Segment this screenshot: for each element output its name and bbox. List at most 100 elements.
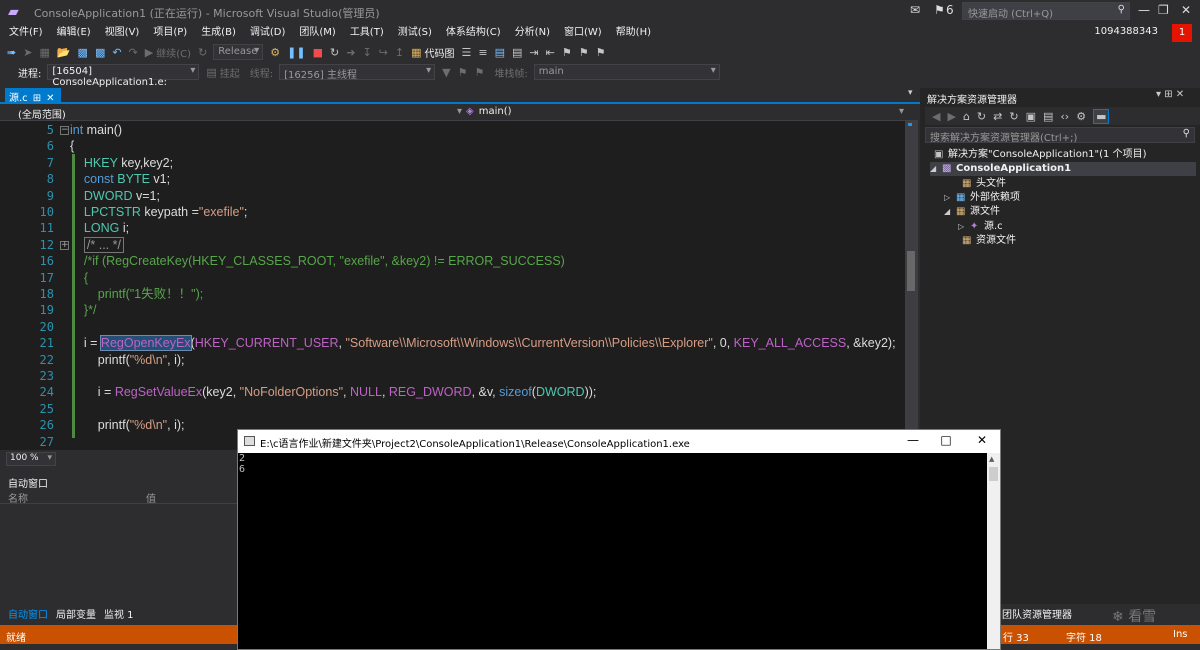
notification-flag-icon[interactable]: ⚑ (934, 3, 945, 17)
tab-list-dropdown-icon[interactable]: ▾ (908, 88, 913, 98)
step-out-icon[interactable]: ↥ (395, 46, 404, 59)
save-icon[interactable]: ▩ (78, 46, 88, 59)
minimize-button[interactable]: — (1138, 3, 1150, 17)
show-all-files-icon[interactable]: ▤ (1043, 110, 1053, 123)
collapse-all-icon[interactable]: ▣ (1026, 110, 1036, 123)
tab-watch-1[interactable]: 监视 1 (104, 606, 134, 621)
menu-team[interactable]: 团队(M) (290, 24, 340, 42)
console-scrollbar-thumb[interactable] (989, 467, 998, 481)
back-icon[interactable]: ◀ (932, 110, 940, 123)
outdent-icon[interactable]: ⇤ (546, 46, 555, 59)
prev-bookmark-icon[interactable]: ⚑ (579, 46, 589, 59)
refresh-icon[interactable]: ↻ (198, 46, 207, 59)
tree-item-resource-files[interactable]: ▦ 资源文件 (950, 234, 1016, 248)
threads-icon[interactable]: ≡ (478, 46, 487, 59)
properties-icon[interactable]: ⚙ (1076, 110, 1086, 123)
collapse-arrow-icon[interactable]: ◢ (930, 162, 942, 176)
back-icon[interactable]: ➠ (7, 46, 16, 59)
forward-icon[interactable]: ➤ (23, 46, 32, 59)
close-button[interactable]: ✕ (1181, 3, 1191, 17)
show-only-flagged-icon[interactable]: ⚑ (475, 66, 485, 79)
home-icon[interactable]: ⌂ (963, 110, 970, 123)
tree-item-source-c[interactable]: ▷ ✦ 源.c (958, 220, 1003, 234)
user-account[interactable]: 1094388343 (1094, 26, 1158, 37)
auto-hide-pin-icon[interactable]: ⊞ (1164, 89, 1172, 100)
menu-architecture[interactable]: 体系结构(C) (437, 24, 506, 42)
redo-icon[interactable]: ↷ (129, 46, 138, 59)
tree-item-source-files[interactable]: ◢ ▦ 源文件 (944, 205, 1000, 219)
tab-autos[interactable]: 自动窗口 (8, 606, 48, 621)
tree-item-solution[interactable]: ▣ 解决方案"ConsoleApplication1"(1 个项目) (934, 148, 1146, 162)
sync-icon[interactable]: ⇄ (993, 110, 1002, 123)
restart-icon[interactable]: ↻ (330, 46, 339, 59)
undo-icon[interactable]: ↶ (112, 46, 121, 59)
stack-frame-select[interactable]: main ▾ (533, 64, 720, 80)
tab-team-explorer[interactable]: 团队资源管理器 (1002, 606, 1072, 621)
preview-selected-icon[interactable]: ▬ (1093, 108, 1110, 124)
thread-select[interactable]: [16256] 主线程 ▾ (279, 64, 436, 81)
continue-icon[interactable]: ▶ (145, 46, 153, 59)
menu-debug[interactable]: 调试(D) (241, 24, 291, 42)
tab-locals[interactable]: 局部变量 (56, 606, 96, 621)
stop-debugging-icon[interactable]: ■ (313, 46, 323, 59)
close-panel-icon[interactable]: ✕ (1176, 89, 1184, 100)
process-select[interactable]: [16504] ConsoleApplication1.e: ▾ (47, 64, 200, 88)
scrollbar-thumb[interactable] (907, 251, 915, 291)
solution-search-input[interactable]: 搜索解决方案资源管理器(Ctrl+;) ⚲ (925, 127, 1195, 144)
menu-edit[interactable]: 编辑(E) (48, 24, 96, 42)
console-maximize-button[interactable]: □ (936, 433, 956, 447)
scroll-up-icon[interactable]: ▲ (989, 455, 994, 463)
uncomment-icon[interactable]: ▤ (512, 46, 522, 59)
next-bookmark-icon[interactable]: ⚑ (596, 46, 606, 59)
column-header-name[interactable]: 名称 (8, 490, 28, 505)
collapse-arrow-icon[interactable]: ◢ (944, 205, 956, 219)
expand-arrow-icon[interactable]: ▷ (944, 191, 956, 205)
menu-test[interactable]: 测试(S) (389, 24, 437, 42)
menu-help[interactable]: 帮助(H) (607, 24, 656, 42)
zoom-select[interactable]: 100 % ▾ (6, 452, 56, 466)
step-over-icon[interactable]: ↪ (379, 46, 388, 59)
comment-icon[interactable]: ▤ (495, 46, 505, 59)
editor-vertical-scrollbar[interactable] (905, 121, 918, 450)
menu-project[interactable]: 项目(P) (144, 24, 192, 42)
console-minimize-button[interactable]: — (903, 433, 923, 447)
menu-view[interactable]: 视图(V) (96, 24, 145, 42)
hex-display-icon[interactable]: ☰ (462, 46, 472, 59)
tree-item-external-deps[interactable]: ▷ ▦ 外部依赖项 (944, 191, 1020, 205)
configuration-select[interactable]: Release ▾ (213, 44, 264, 60)
break-all-icon[interactable]: ❚❚ (287, 46, 305, 59)
console-close-button[interactable]: ✕ (972, 433, 992, 447)
function-dropdown[interactable]: ◈ main() ▾ (466, 106, 904, 117)
lifecycle-events-icon[interactable]: ▤ (206, 66, 216, 79)
tree-item-project[interactable]: ◢ ▩ ConsoleApplication1 (930, 162, 1196, 176)
show-next-statement-icon[interactable]: ➜ (346, 46, 355, 59)
tree-item-header-files[interactable]: ▦ 头文件 (950, 177, 1006, 191)
view-code-icon[interactable]: ‹› (1060, 110, 1069, 123)
console-title-bar[interactable]: E:\c语言作业\新建文件夹\Project2\ConsoleApplicati… (238, 430, 1000, 453)
menu-file[interactable]: 文件(F) (0, 24, 48, 42)
flag-thread-icon[interactable]: ⚑ (458, 66, 468, 79)
console-window[interactable]: E:\c语言作业\新建文件夹\Project2\ConsoleApplicati… (237, 429, 1001, 650)
restore-button[interactable]: ❐ (1158, 3, 1169, 17)
save-all-icon[interactable]: ▩ (95, 46, 105, 59)
open-file-icon[interactable]: 📂 (57, 46, 71, 59)
notification-count[interactable]: 6 (946, 3, 954, 17)
pin-icon[interactable]: ⊞ (33, 93, 41, 104)
new-project-icon[interactable]: ▦ (39, 46, 49, 59)
menu-analyze[interactable]: 分析(N) (506, 24, 555, 42)
indent-icon[interactable]: ⇥ (529, 46, 538, 59)
continue-button[interactable]: 继续(C) (156, 45, 191, 60)
platform-icon[interactable]: ⚙ (270, 46, 280, 59)
tab-source-file[interactable]: 源.c ⊞ ✕ (5, 88, 61, 104)
console-output[interactable]: 2 6 (238, 453, 986, 649)
expand-toggle[interactable]: + (60, 241, 69, 250)
search-icon[interactable]: ⚲ (1118, 4, 1125, 15)
alert-badge[interactable]: 1 (1172, 24, 1192, 42)
menu-window[interactable]: 窗口(W) (555, 24, 607, 42)
console-scrollbar[interactable]: ▲ (987, 453, 1000, 649)
bookmark-icon[interactable]: ⚑ (562, 46, 572, 59)
suspend-button[interactable]: 挂起 (220, 65, 240, 80)
pending-changes-filter-icon[interactable]: ↻ (977, 110, 986, 123)
forward-icon[interactable]: ▶ (947, 110, 955, 123)
collapse-toggle[interactable]: − (60, 126, 69, 135)
